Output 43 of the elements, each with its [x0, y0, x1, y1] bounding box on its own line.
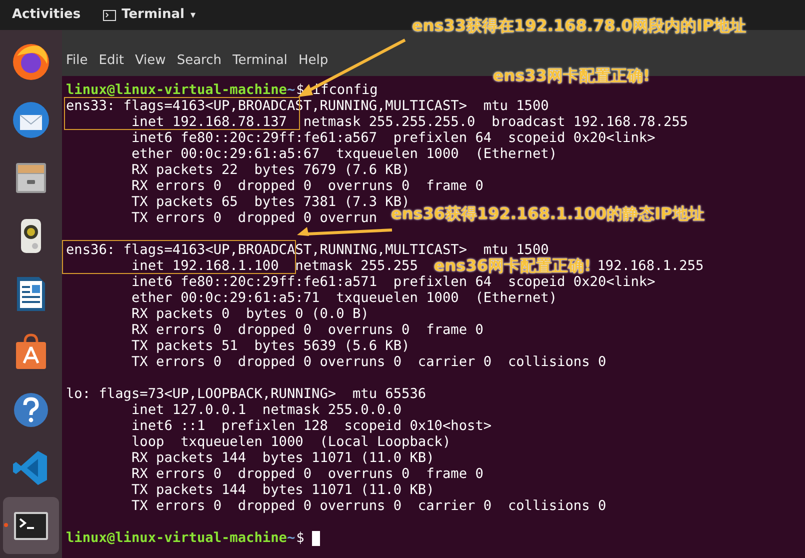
output-line: inet6 fe80::20c:29ff:fe61:a567 prefixlen 64 scopeid 0x20<link>: [130, 130, 656, 146]
prompt-user: linux@linux-virtual-machine: [66, 82, 287, 98]
annotation-text: ens33获得在192.168.78.0网段内的IP地址: [412, 18, 746, 34]
output-line: inet 127.0.0.1 netmask 255.0.0.0: [130, 402, 402, 418]
prompt-path: ~: [286, 530, 296, 546]
annotation-text: ens36网卡配置正确!: [434, 258, 592, 274]
output-line: RX errors 0 dropped 0 overruns 0 frame 0: [130, 322, 484, 338]
output-line: TX errors 0 dropped 0 overruns 0 carrier 0 collisions 0: [130, 498, 606, 514]
output-line: RX errors 0 dropped 0 overruns 0 frame 0: [130, 178, 484, 194]
output-line: inet6 fe80::20c:29ff:fe61:a571 prefixlen 64 scopeid 0x20<link>: [130, 274, 656, 290]
command-text: ifconfig: [312, 82, 378, 98]
envelope-icon: [11, 100, 51, 140]
output-line: TX errors 0 dropped 0 overrun: [130, 210, 377, 226]
output-line: inet6 ::1 prefixlen 128 scopeid 0x10<host>: [130, 418, 492, 434]
activities-button[interactable]: Activities: [12, 5, 81, 25]
output-line: RX packets 144 bytes 11071 (11.0 KB): [130, 450, 434, 466]
prompt-symbol: $: [296, 530, 304, 546]
menu-item[interactable]: File: [66, 50, 88, 70]
prompt-user: linux@linux-virtual-machine: [66, 530, 287, 546]
output-line: lo: flags=73<UP,LOOPBACK,RUNNING> mtu 65536: [66, 386, 426, 402]
output-line: inet 192.168.1.100 netmask 255.255: [130, 258, 418, 274]
annotation-text: ens33网卡配置正确!: [492, 68, 650, 84]
app-menu[interactable]: Terminal ▾: [102, 5, 196, 25]
output-line: ether 00:0c:29:61:a5:67 txqueuelen 1000 (Ethernet): [130, 146, 558, 162]
output-line: inet 192.168.78.137 netmask 255.255.255.0 broadcast 192.168.78.255: [130, 114, 688, 130]
terminal-icon: [102, 10, 116, 20]
running-indicator: [4, 523, 8, 527]
output-line: RX packets 0 bytes 0 (0.0 B): [130, 306, 369, 322]
output-line: TX packets 51 bytes 5639 (5.6 KB): [130, 338, 410, 354]
menu-item[interactable]: View: [134, 50, 166, 70]
output-line: 192.168.1.255: [597, 258, 704, 274]
menu-item[interactable]: Edit: [98, 50, 124, 70]
output-line: RX errors 0 dropped 0 overruns 0 frame 0: [130, 466, 484, 482]
menu-item[interactable]: Help: [298, 50, 328, 70]
menu-item[interactable]: Search: [176, 50, 222, 70]
output-line: ether 00:0c:29:61:a5:71 txqueuelen 1000 (Ethernet): [130, 290, 558, 306]
menu-item[interactable]: Terminal: [232, 50, 288, 70]
dock-item[interactable]: [3, 497, 59, 554]
output-line: TX packets 144 bytes 11071 (11.0 KB): [130, 482, 434, 498]
output-line: RX packets 22 bytes 7679 (7.6 KB): [130, 162, 410, 178]
output-line: TX errors 0 dropped 0 overruns 0 carrier 0 collisions 0: [130, 354, 606, 370]
output-line: loop txqueuelen 1000 (Local Loopback): [130, 434, 451, 450]
prompt-path: ~: [286, 82, 296, 98]
